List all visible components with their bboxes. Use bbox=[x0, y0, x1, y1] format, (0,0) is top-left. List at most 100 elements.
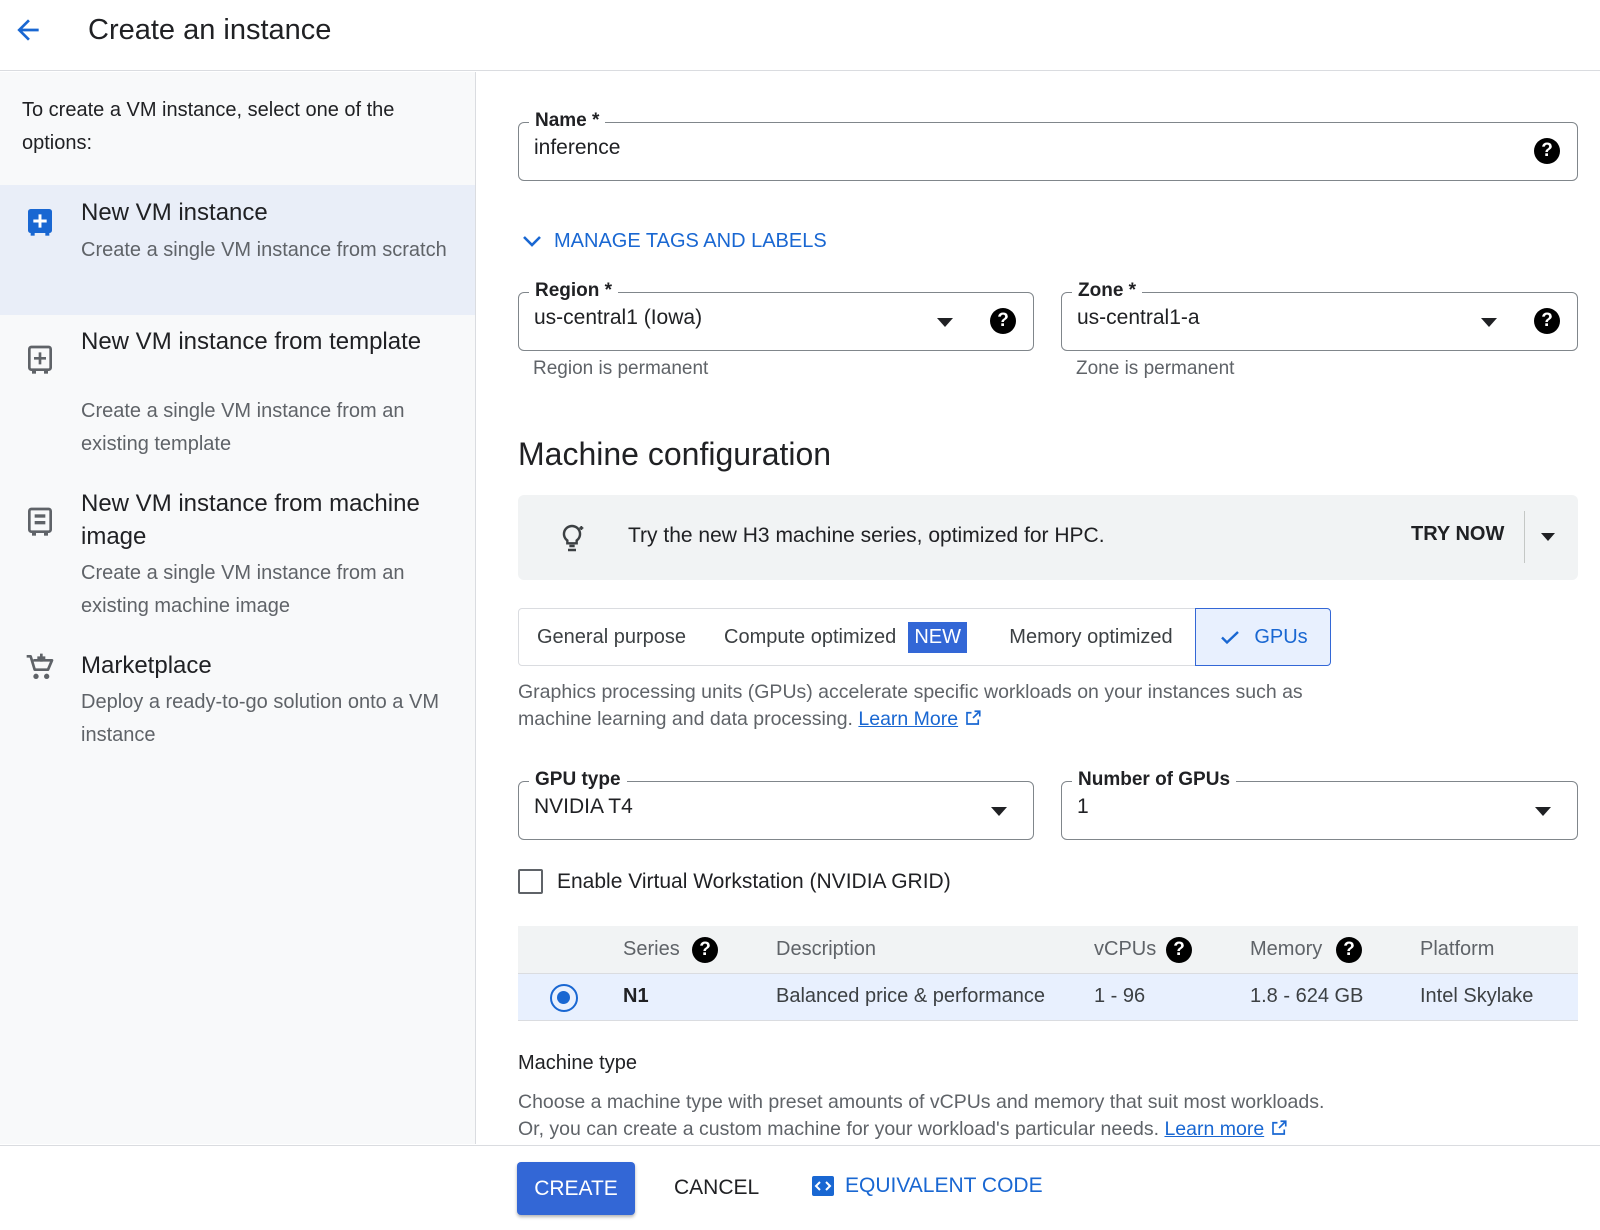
code-icon bbox=[812, 1176, 834, 1196]
tab-label: Memory optimized bbox=[1009, 625, 1173, 648]
option-title: New VM instance bbox=[81, 199, 268, 226]
create-button[interactable]: CREATE bbox=[517, 1162, 635, 1215]
tab-label: GPUs bbox=[1254, 625, 1308, 648]
help-icon[interactable]: ? bbox=[1534, 308, 1560, 334]
zone-select[interactable]: Zone * us-central1-a ? bbox=[1061, 276, 1578, 351]
machine-type-desc-line-2: Or, you can create a custom machine for … bbox=[518, 1116, 1578, 1143]
help-icon[interactable]: ? bbox=[990, 308, 1016, 334]
machine-type-desc-line: Choose a machine type with preset amount… bbox=[518, 1091, 1325, 1113]
page-title: Create an instance bbox=[88, 14, 332, 46]
banner-text: Try the new H3 machine series, optimized… bbox=[628, 524, 1105, 547]
back-arrow-icon[interactable] bbox=[12, 14, 44, 46]
gpu-count-label: Number of GPUs bbox=[1072, 765, 1237, 795]
gpu-type-value: NVIDIA T4 bbox=[534, 795, 633, 818]
option-from-template[interactable]: New VM instance from template Create a s… bbox=[0, 315, 475, 477]
cart-icon bbox=[26, 653, 54, 679]
check-icon bbox=[1221, 631, 1240, 645]
template-add-icon bbox=[28, 345, 52, 374]
region-label: Region * bbox=[529, 276, 619, 306]
column-description: Description bbox=[776, 938, 877, 960]
external-link-icon[interactable] bbox=[964, 709, 982, 727]
learn-more-link[interactable]: Learn more bbox=[1164, 1118, 1264, 1140]
machine-type-title: Machine type bbox=[518, 1052, 637, 1074]
series-radio[interactable] bbox=[550, 984, 578, 1012]
tab-general-purpose[interactable]: General purpose bbox=[518, 608, 705, 666]
option-marketplace[interactable]: Marketplace Deploy a ready-to-go solutio… bbox=[0, 639, 475, 769]
cell-vcpus: 1 - 96 bbox=[1094, 985, 1146, 1007]
tab-memory-optimized[interactable]: Memory optimized bbox=[987, 608, 1196, 666]
option-title: New VM instance from template bbox=[81, 328, 422, 355]
name-label: Name * bbox=[529, 106, 606, 136]
dropdown-caret-icon[interactable] bbox=[1535, 807, 1551, 816]
zone-label: Zone * bbox=[1072, 276, 1143, 306]
cell-platform: Intel Skylake bbox=[1420, 985, 1534, 1007]
machine-image-icon bbox=[28, 507, 52, 536]
column-platform: Platform bbox=[1420, 938, 1495, 960]
try-now-menu-caret-icon[interactable] bbox=[1541, 533, 1555, 541]
sidebar: To create a VM instance, select one of t… bbox=[0, 72, 476, 1144]
column-memory: Memory bbox=[1250, 938, 1323, 960]
cancel-button[interactable]: CANCEL bbox=[674, 1176, 759, 1200]
zone-hint: Zone is permanent bbox=[1076, 358, 1235, 379]
tab-compute-optimized[interactable]: Compute optimized NEW bbox=[704, 608, 988, 666]
help-icon[interactable]: ? bbox=[1534, 138, 1560, 164]
gpu-type-select[interactable]: GPU type NVIDIA T4 bbox=[518, 765, 1034, 840]
section-title: Machine configuration bbox=[518, 436, 832, 472]
option-desc: Create a single VM instance from an exis… bbox=[81, 400, 405, 455]
series-table-header: Series ? Description vCPUs ? Memory ? Pl… bbox=[518, 926, 1578, 974]
chevron-down-icon bbox=[523, 236, 541, 247]
gpu-desc-line: Graphics processing units (GPUs) acceler… bbox=[518, 681, 1303, 703]
option-title: New VM instance from machine image bbox=[81, 490, 420, 550]
table-row[interactable]: N1 Balanced price & performance 1 - 96 1… bbox=[518, 974, 1578, 1021]
cell-memory: 1.8 - 624 GB bbox=[1250, 985, 1364, 1007]
tab-gpus[interactable]: GPUs bbox=[1195, 608, 1331, 666]
column-series: Series bbox=[623, 938, 680, 960]
column-vcpus: vCPUs bbox=[1094, 938, 1157, 960]
machine-type-desc-text: Or, you can create a custom machine for … bbox=[518, 1118, 1160, 1140]
manage-tags-button[interactable]: MANAGE TAGS AND LABELS bbox=[520, 229, 827, 253]
region-select[interactable]: Region * us-central1 (Iowa) ? bbox=[518, 276, 1034, 351]
gpu-desc-line-2: machine learning and data processing. Le… bbox=[518, 706, 1578, 733]
option-from-machine-image[interactable]: New VM instance from machine image Creat… bbox=[0, 477, 475, 639]
add-box-icon bbox=[28, 209, 52, 236]
help-icon[interactable]: ? bbox=[1166, 937, 1192, 963]
virtual-workstation-checkbox[interactable] bbox=[518, 869, 543, 894]
name-input[interactable]: inference bbox=[534, 136, 620, 160]
new-badge: NEW bbox=[908, 621, 967, 653]
help-icon[interactable]: ? bbox=[692, 937, 718, 963]
help-icon[interactable]: ? bbox=[1336, 937, 1362, 963]
machine-type-description: Choose a machine type with preset amount… bbox=[518, 1089, 1578, 1143]
option-title: Marketplace bbox=[81, 652, 212, 679]
try-now-button[interactable]: TRY NOW bbox=[1411, 523, 1504, 546]
cell-description: Balanced price & performance bbox=[776, 985, 1046, 1007]
region-value: us-central1 (Iowa) bbox=[534, 306, 703, 329]
dropdown-caret-icon[interactable] bbox=[937, 318, 953, 327]
lightbulb-icon bbox=[562, 524, 584, 552]
sidebar-intro: To create a VM instance, select one of t… bbox=[22, 99, 395, 154]
zone-value: us-central1-a bbox=[1077, 306, 1200, 329]
gpu-desc-text: machine learning and data processing. bbox=[518, 708, 853, 730]
gpu-description: Graphics processing units (GPUs) acceler… bbox=[518, 679, 1578, 733]
dropdown-caret-icon[interactable] bbox=[991, 807, 1007, 816]
learn-more-link[interactable]: Learn More bbox=[858, 708, 958, 730]
external-link-icon[interactable] bbox=[1270, 1119, 1288, 1137]
divider bbox=[1524, 511, 1525, 563]
gpu-count-value: 1 bbox=[1077, 795, 1089, 818]
promo-banner: Try the new H3 machine series, optimized… bbox=[518, 495, 1578, 580]
manage-tags-label: MANAGE TAGS AND LABELS bbox=[554, 229, 827, 252]
option-desc: Create a single VM instance from scratch bbox=[81, 239, 447, 261]
region-hint: Region is permanent bbox=[533, 358, 709, 379]
option-desc: Deploy a ready-to-go solution onto a VM … bbox=[81, 691, 439, 746]
equivalent-code-button[interactable]: EQUIVALENT CODE bbox=[811, 1174, 1043, 1198]
tab-label: Compute optimized bbox=[724, 625, 897, 648]
option-new-vm-instance[interactable]: New VM instance Create a single VM insta… bbox=[0, 185, 475, 315]
gpu-count-select[interactable]: Number of GPUs 1 bbox=[1061, 765, 1578, 840]
page-header: Create an instance bbox=[0, 0, 1600, 71]
dropdown-caret-icon[interactable] bbox=[1481, 318, 1497, 327]
name-field[interactable]: Name * inference ? bbox=[518, 106, 1578, 181]
gpu-type-label: GPU type bbox=[529, 765, 627, 795]
checkbox-label: Enable Virtual Workstation (NVIDIA GRID) bbox=[557, 869, 951, 893]
virtual-workstation-option[interactable]: Enable Virtual Workstation (NVIDIA GRID) bbox=[518, 869, 951, 894]
footer-bar: CREATE CANCEL EQUIVALENT CODE bbox=[0, 1145, 1600, 1230]
cell-series: N1 bbox=[623, 985, 649, 1007]
